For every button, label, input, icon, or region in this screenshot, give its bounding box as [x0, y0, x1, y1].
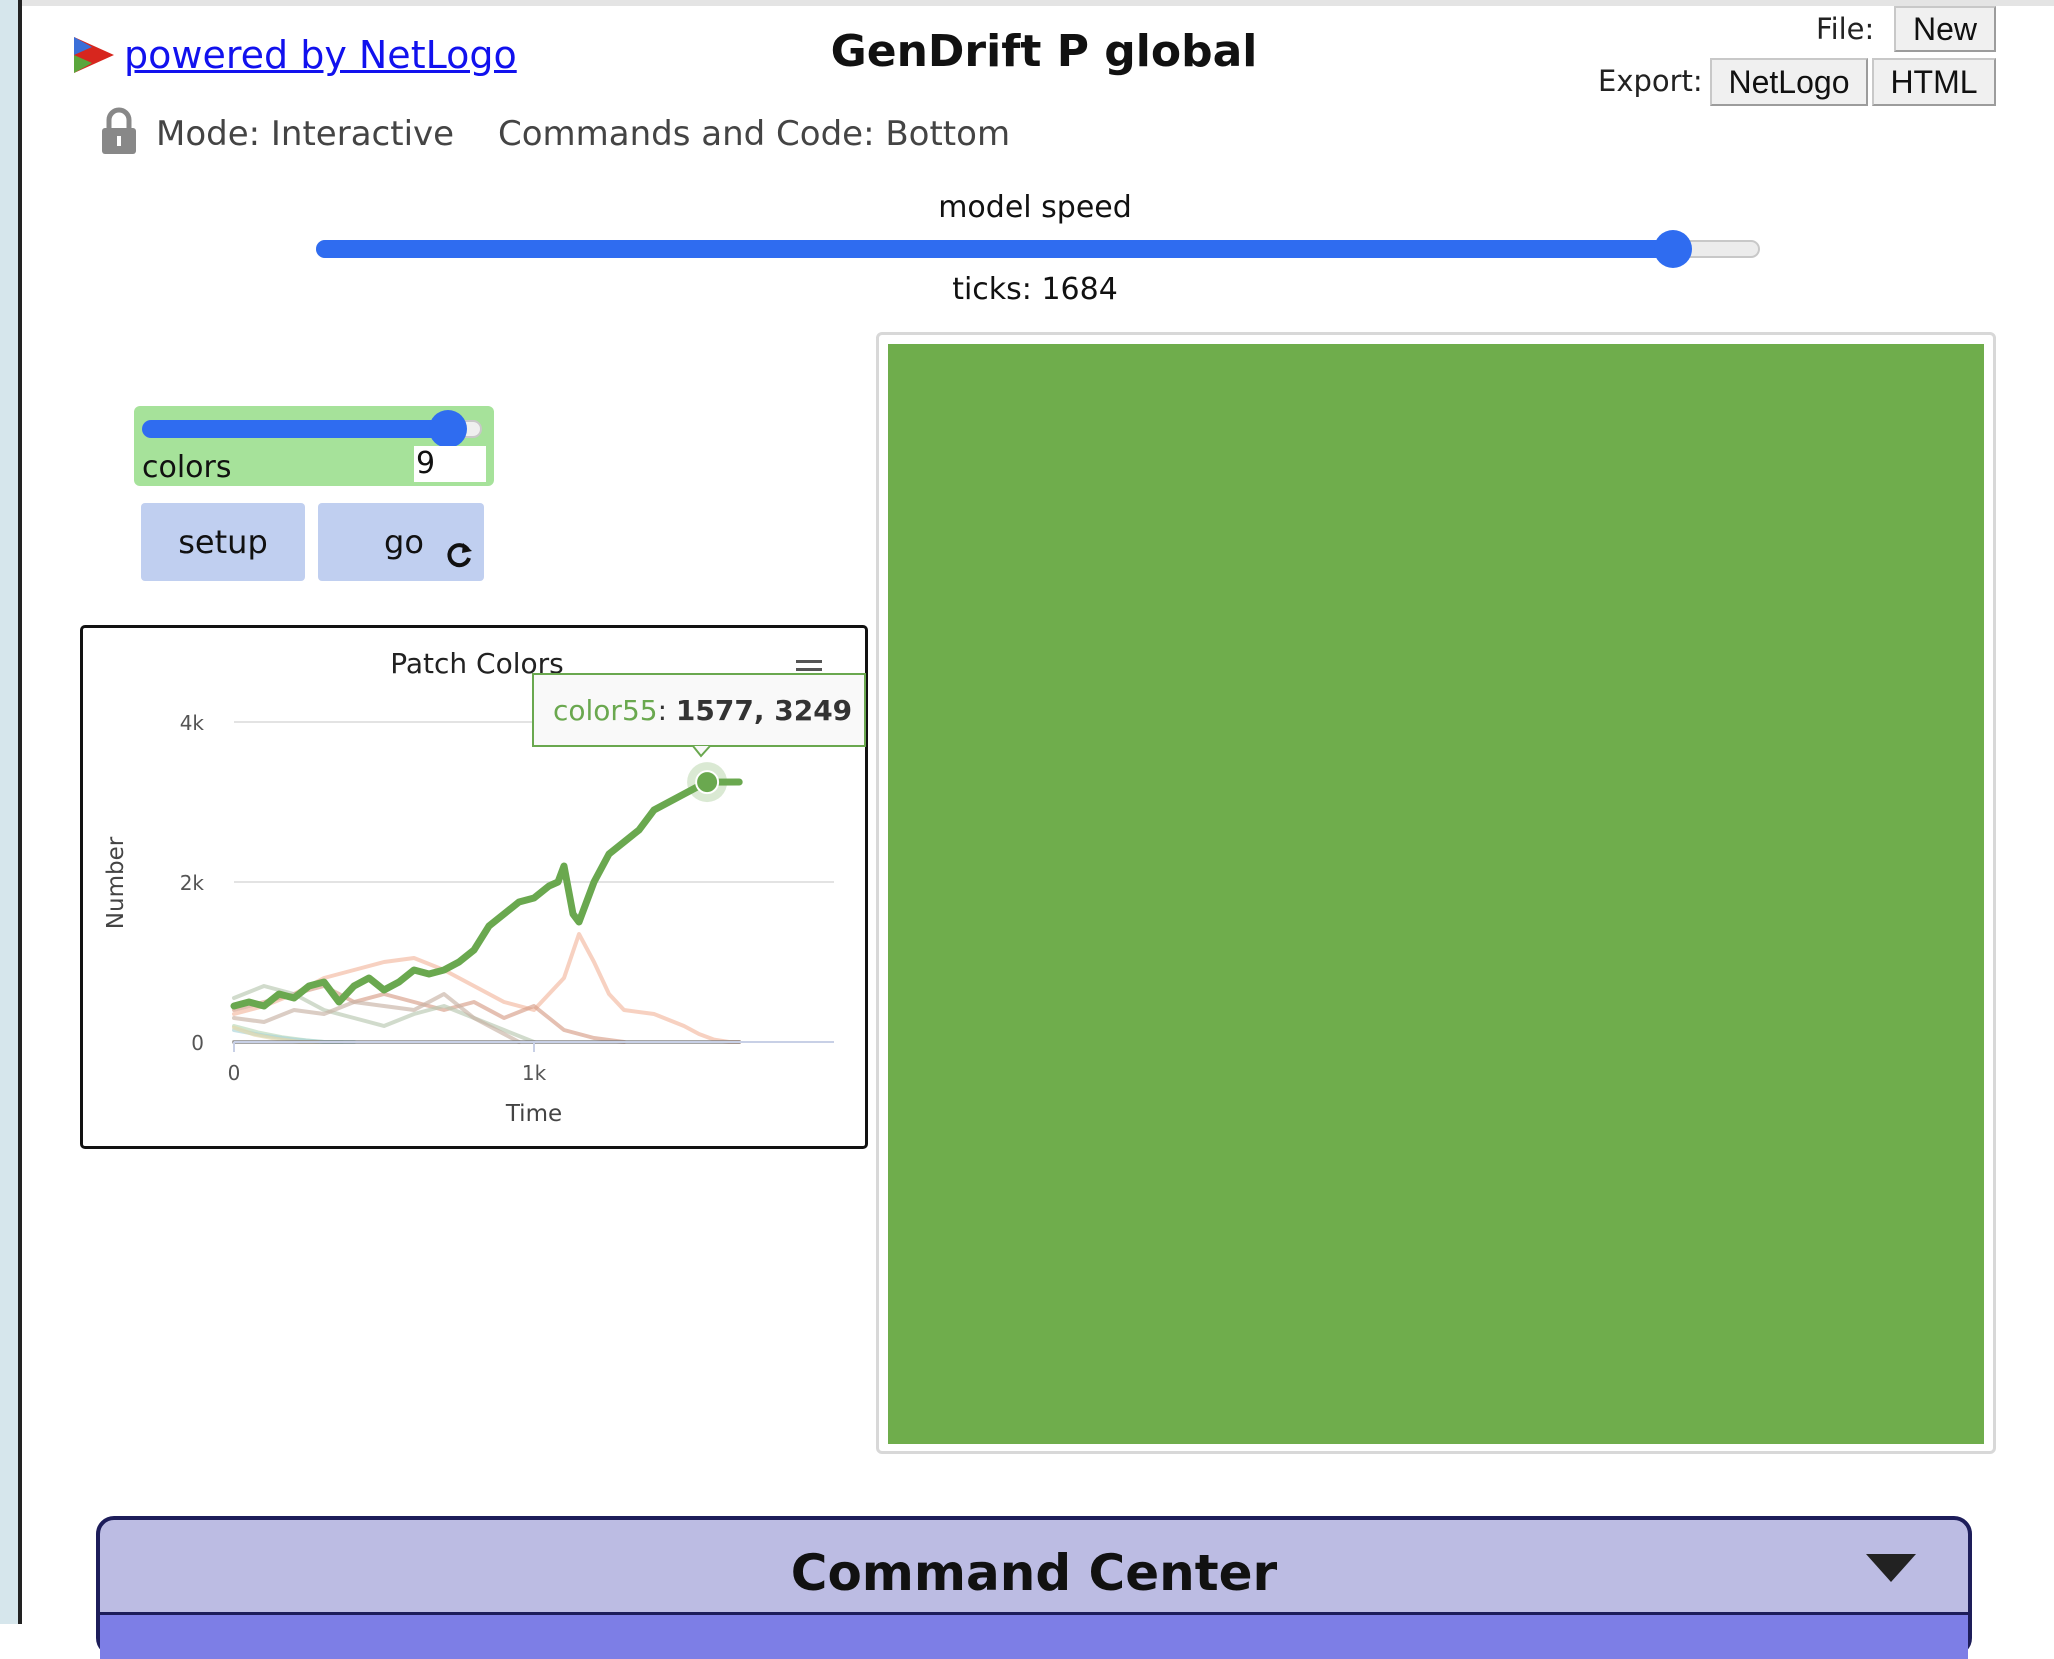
top-divider [22, 0, 2054, 6]
tooltip-values: 1577, 3249 [676, 694, 852, 727]
model-speed-fill [316, 240, 1674, 258]
file-label: File: [1816, 12, 1875, 46]
model-speed-label: model speed [938, 190, 1132, 225]
mode-label[interactable]: Mode: Interactive [156, 114, 454, 154]
patch-colors-plot: Patch Colors Time Number 0 2k 4k 0 1k color5… [80, 625, 868, 1149]
x-tick-label: 0 [228, 1061, 241, 1085]
chart-tooltip: color55: 1577, 3249 [532, 673, 866, 758]
model-speed-thumb[interactable] [1654, 230, 1693, 268]
export-netlogo-button[interactable]: NetLogo [1710, 58, 1868, 106]
command-center-title: Command Center [790, 1544, 1278, 1602]
export-html-button[interactable]: HTML [1872, 58, 1996, 106]
commands-position-label[interactable]: Commands and Code: Bottom [498, 114, 1010, 154]
go-button[interactable]: go [318, 503, 484, 581]
lock-icon[interactable] [100, 106, 138, 156]
command-center[interactable]: Command Center [96, 1516, 1972, 1659]
export-label: Export: [1598, 64, 1703, 98]
svg-text:color55: 1577, 3249: color55: 1577, 3249 [553, 694, 852, 727]
colors-slider-label: colors [142, 450, 232, 485]
x-tick-label: 1k [522, 1061, 547, 1085]
hover-point[interactable] [695, 770, 720, 795]
colors-slider[interactable]: colors 9 [134, 406, 494, 486]
patch-colors-chart: Patch Colors Time Number 02k4k0 1k color5… [103, 647, 866, 1127]
colors-slider-thumb[interactable] [429, 410, 467, 448]
colors-slider-fill [142, 420, 448, 438]
model-speed-slider[interactable] [316, 230, 1760, 268]
new-button[interactable]: New [1894, 6, 1996, 52]
chevron-down-icon[interactable] [1866, 1554, 1916, 1582]
left-edge-strip [0, 0, 22, 1624]
ticks-counter: ticks: 1684 [952, 272, 1118, 307]
y-axis-label: Number [103, 836, 129, 929]
tooltip-series-name: color55 [553, 694, 658, 727]
command-center-input-band[interactable] [100, 1612, 1968, 1659]
go-button-label: go [384, 523, 424, 561]
netlogo-link-text: powered by NetLogo [124, 33, 517, 77]
series-line-color55 [230, 778, 743, 1010]
world-view[interactable] [876, 332, 1996, 1454]
y-tick-label: 2k [180, 871, 205, 895]
x-axis-label: Time [505, 1101, 562, 1127]
netlogo-logo-icon [74, 37, 114, 73]
y-tick-label: 4k [180, 711, 205, 735]
world-view-canvas[interactable] [888, 344, 1984, 1444]
page-title: GenDrift P global [830, 26, 1258, 77]
setup-button[interactable]: setup [141, 503, 305, 581]
netlogo-link[interactable]: powered by NetLogo [70, 30, 517, 80]
chart-menu-icon[interactable] [796, 660, 822, 671]
forever-icon [447, 543, 472, 568]
y-tick-label: 0 [191, 1031, 204, 1055]
colors-slider-value[interactable]: 9 [414, 446, 486, 482]
